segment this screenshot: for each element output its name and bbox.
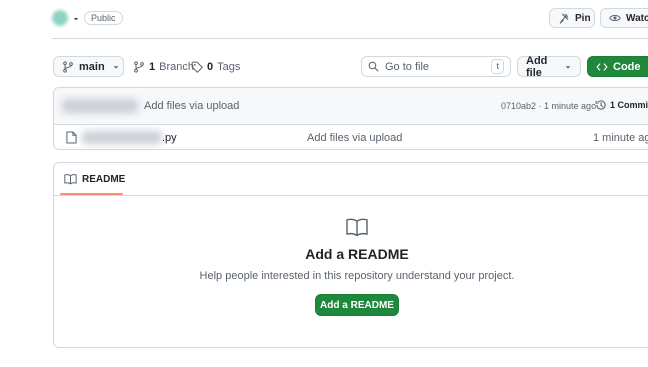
history-icon — [595, 99, 607, 111]
tags-label: Tags — [217, 61, 241, 73]
git-branch-icon — [133, 61, 145, 73]
watch-button[interactable]: Watch — [600, 8, 648, 28]
code-label: Code — [613, 60, 641, 73]
branch-selector[interactable]: main — [53, 56, 124, 77]
latest-commit-bar: Add files via upload 0710ab2 · 1 minute … — [54, 88, 648, 124]
pin-label: Pin — [575, 12, 591, 24]
file-icon — [66, 131, 77, 144]
commit-author[interactable] — [62, 99, 138, 113]
search-shortcut-key: t — [491, 59, 504, 74]
file-listing: Add files via upload 0710ab2 · 1 minute … — [53, 87, 648, 150]
latest-commit-hash-time[interactable]: 0710ab2 · 1 minute ago — [501, 101, 596, 111]
pin-icon — [558, 12, 570, 24]
repo-name[interactable]: - — [74, 11, 78, 25]
commits-link[interactable]: 1 Commit — [595, 99, 648, 111]
code-button[interactable]: Code — [587, 56, 648, 77]
tags-link[interactable]: 0 Tags — [191, 60, 240, 74]
search-icon — [368, 61, 379, 72]
commits-label: 1 Commit — [610, 100, 648, 110]
visibility-badge: Public — [84, 11, 123, 25]
code-icon — [596, 61, 608, 73]
readme-description: Help people interested in this repositor… — [199, 270, 515, 282]
branch-name: main — [79, 60, 105, 73]
git-branch-icon — [62, 60, 74, 73]
readme-tab-label: README — [82, 173, 126, 185]
go-to-file-search[interactable]: Go to file t — [361, 56, 511, 77]
tag-icon — [191, 61, 203, 73]
add-readme-button[interactable]: Add a README — [315, 294, 399, 316]
file-commit-message[interactable]: Add files via upload — [307, 132, 402, 144]
file-row[interactable]: .py Add files via upload 1 minute ago — [54, 125, 648, 150]
header-divider — [52, 38, 648, 39]
file-name[interactable]: .py — [162, 132, 177, 144]
add-file-button[interactable]: Add file — [517, 54, 581, 79]
watch-label: Watch — [626, 12, 648, 24]
readme-panel: README Add a README Help people interest… — [53, 162, 648, 348]
chevron-down-icon — [564, 63, 572, 71]
readme-header-divider — [54, 195, 648, 196]
book-icon — [345, 217, 369, 237]
eye-icon — [609, 12, 621, 24]
branches-count: 1 — [149, 61, 156, 73]
chevron-down-icon — [112, 63, 120, 71]
owner-avatar[interactable] — [52, 10, 68, 26]
readme-heading: Add a README — [305, 246, 409, 262]
file-name-prefix[interactable] — [82, 131, 162, 144]
add-readme-label: Add a README — [320, 299, 394, 311]
book-icon — [64, 173, 77, 185]
branches-link[interactable]: 1 Branch — [133, 60, 194, 74]
search-placeholder: Go to file — [385, 60, 430, 73]
tags-count: 0 — [207, 61, 214, 73]
repo-header: - Public — [52, 8, 123, 28]
file-commit-time: 1 minute ago — [593, 132, 648, 144]
branches-label: Branch — [159, 61, 194, 73]
readme-tab[interactable]: README — [60, 163, 126, 195]
add-file-label: Add file — [526, 54, 548, 79]
pin-button[interactable]: Pin — [549, 8, 595, 28]
latest-commit-message[interactable]: Add files via upload — [144, 100, 239, 112]
